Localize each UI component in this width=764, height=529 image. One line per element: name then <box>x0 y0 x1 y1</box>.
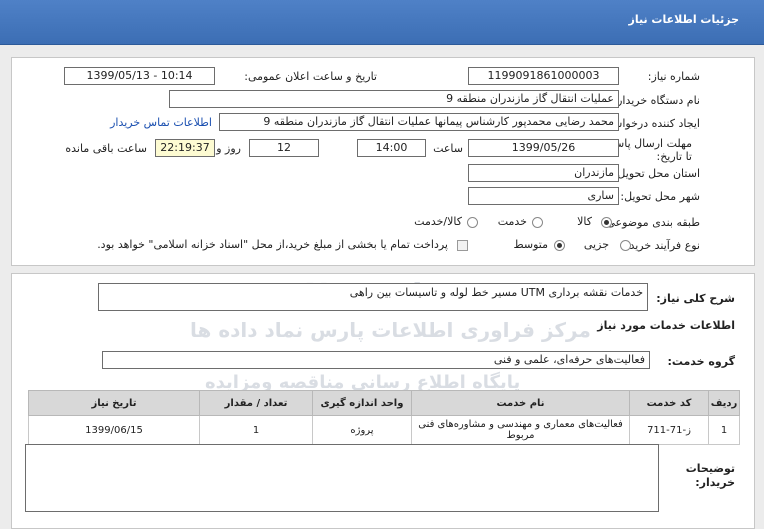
process-label: نوع فرآیند خرید : <box>622 239 700 252</box>
category-option-service: خدمت <box>497 215 527 228</box>
days-field: 12 <box>249 139 319 157</box>
category-option-goods: کالا <box>577 215 592 228</box>
deadline-date-field: 1399/05/26 <box>468 139 619 157</box>
time-label: ساعت <box>433 142 463 155</box>
city-field: ساری <box>468 187 619 205</box>
remaining-time-field: 22:19:37 <box>155 139 215 157</box>
days-label: روز و <box>216 142 241 155</box>
need-number-label: شماره نیاز: <box>647 70 700 83</box>
col-service-name: نام خدمت <box>411 390 630 416</box>
page-title: جزئیات اطلاعات نیاز <box>628 13 740 26</box>
services-heading: اطلاعات خدمات مورد نیاز <box>597 319 735 332</box>
contact-buyer-link[interactable]: اطلاعات تماس خریدار <box>110 116 212 129</box>
buyer-notes-label: توضیحات خریدار: <box>685 462 735 489</box>
announce-field: 1399/05/13 - 10:14 <box>64 67 215 85</box>
col-quantity: تعداد / مقدار <box>199 390 313 416</box>
need-number-field: 1199091861000003 <box>468 67 619 85</box>
table-header-row: ردیف کد خدمت نام خدمت واحد اندازه گیری ت… <box>28 390 740 416</box>
service-group-field: فعالیت‌های حرفه‌ای، علمی و فنی <box>102 351 650 369</box>
creator-field: محمد رضایی محمدپور کارشناس پیمانها عملیا… <box>219 113 619 131</box>
page-header: جزئیات اطلاعات نیاز <box>0 0 764 45</box>
province-field: مازندران <box>468 164 619 182</box>
remaining-label: ساعت باقی مانده <box>65 142 147 155</box>
category-radio-service[interactable] <box>532 217 543 228</box>
announce-label: تاریخ و ساعت اعلان عمومی: <box>244 70 377 83</box>
category-label: طبقه بندی موضوعی: <box>602 216 700 229</box>
process-option-medium: متوسط <box>513 238 548 251</box>
summary-label: شرح کلی نیاز: <box>656 292 735 305</box>
col-unit: واحد اندازه گیری <box>312 390 412 416</box>
treasury-payment-note: پرداخت تمام یا بخشی از مبلغ خرید،از محل … <box>97 238 448 251</box>
col-row-number: ردیف <box>708 390 740 416</box>
col-service-code: کد خدمت <box>629 390 709 416</box>
services-table: ردیف کد خدمت نام خدمت واحد اندازه گیری ت… <box>28 390 740 445</box>
service-group-label: گروه خدمت: <box>667 355 735 368</box>
cell-row-number: 1 <box>708 415 740 445</box>
category-option-goods-service: کالا/خدمت <box>414 215 462 228</box>
deadline-time-field: 14:00 <box>357 139 426 157</box>
col-need-date: تاریخ نیاز <box>28 390 200 416</box>
cell-service-code: ز-71-711 <box>629 415 709 445</box>
summary-field: خدمات نقشه برداری UTM مسیر خط لوله و تاس… <box>98 283 648 311</box>
process-option-minor: جزیی <box>583 238 609 251</box>
process-radio-minor[interactable] <box>620 240 631 251</box>
province-label: استان محل تحویل: <box>613 167 700 180</box>
buyer-notes-field <box>25 444 659 512</box>
cell-service-name: فعالیت‌های معماری و مهندسی و مشاوره‌های … <box>411 415 630 445</box>
table-row: 1 ز-71-711 فعالیت‌های معماری و مهندسی و … <box>28 415 740 445</box>
treasury-payment-checkbox[interactable] <box>457 240 468 251</box>
cell-need-date: 1399/06/15 <box>28 415 200 445</box>
cell-unit: پروژه <box>312 415 412 445</box>
city-label: شهر محل تحویل: <box>620 190 700 203</box>
category-radio-goods-service[interactable] <box>467 217 478 228</box>
process-radio-medium[interactable] <box>554 240 565 251</box>
category-radio-goods[interactable] <box>601 217 612 228</box>
cell-quantity: 1 <box>199 415 313 445</box>
buyer-label: نام دستگاه خریدار: <box>613 94 700 107</box>
buyer-field: عملیات انتقال گاز مازندران منطقه 9 <box>169 90 619 108</box>
